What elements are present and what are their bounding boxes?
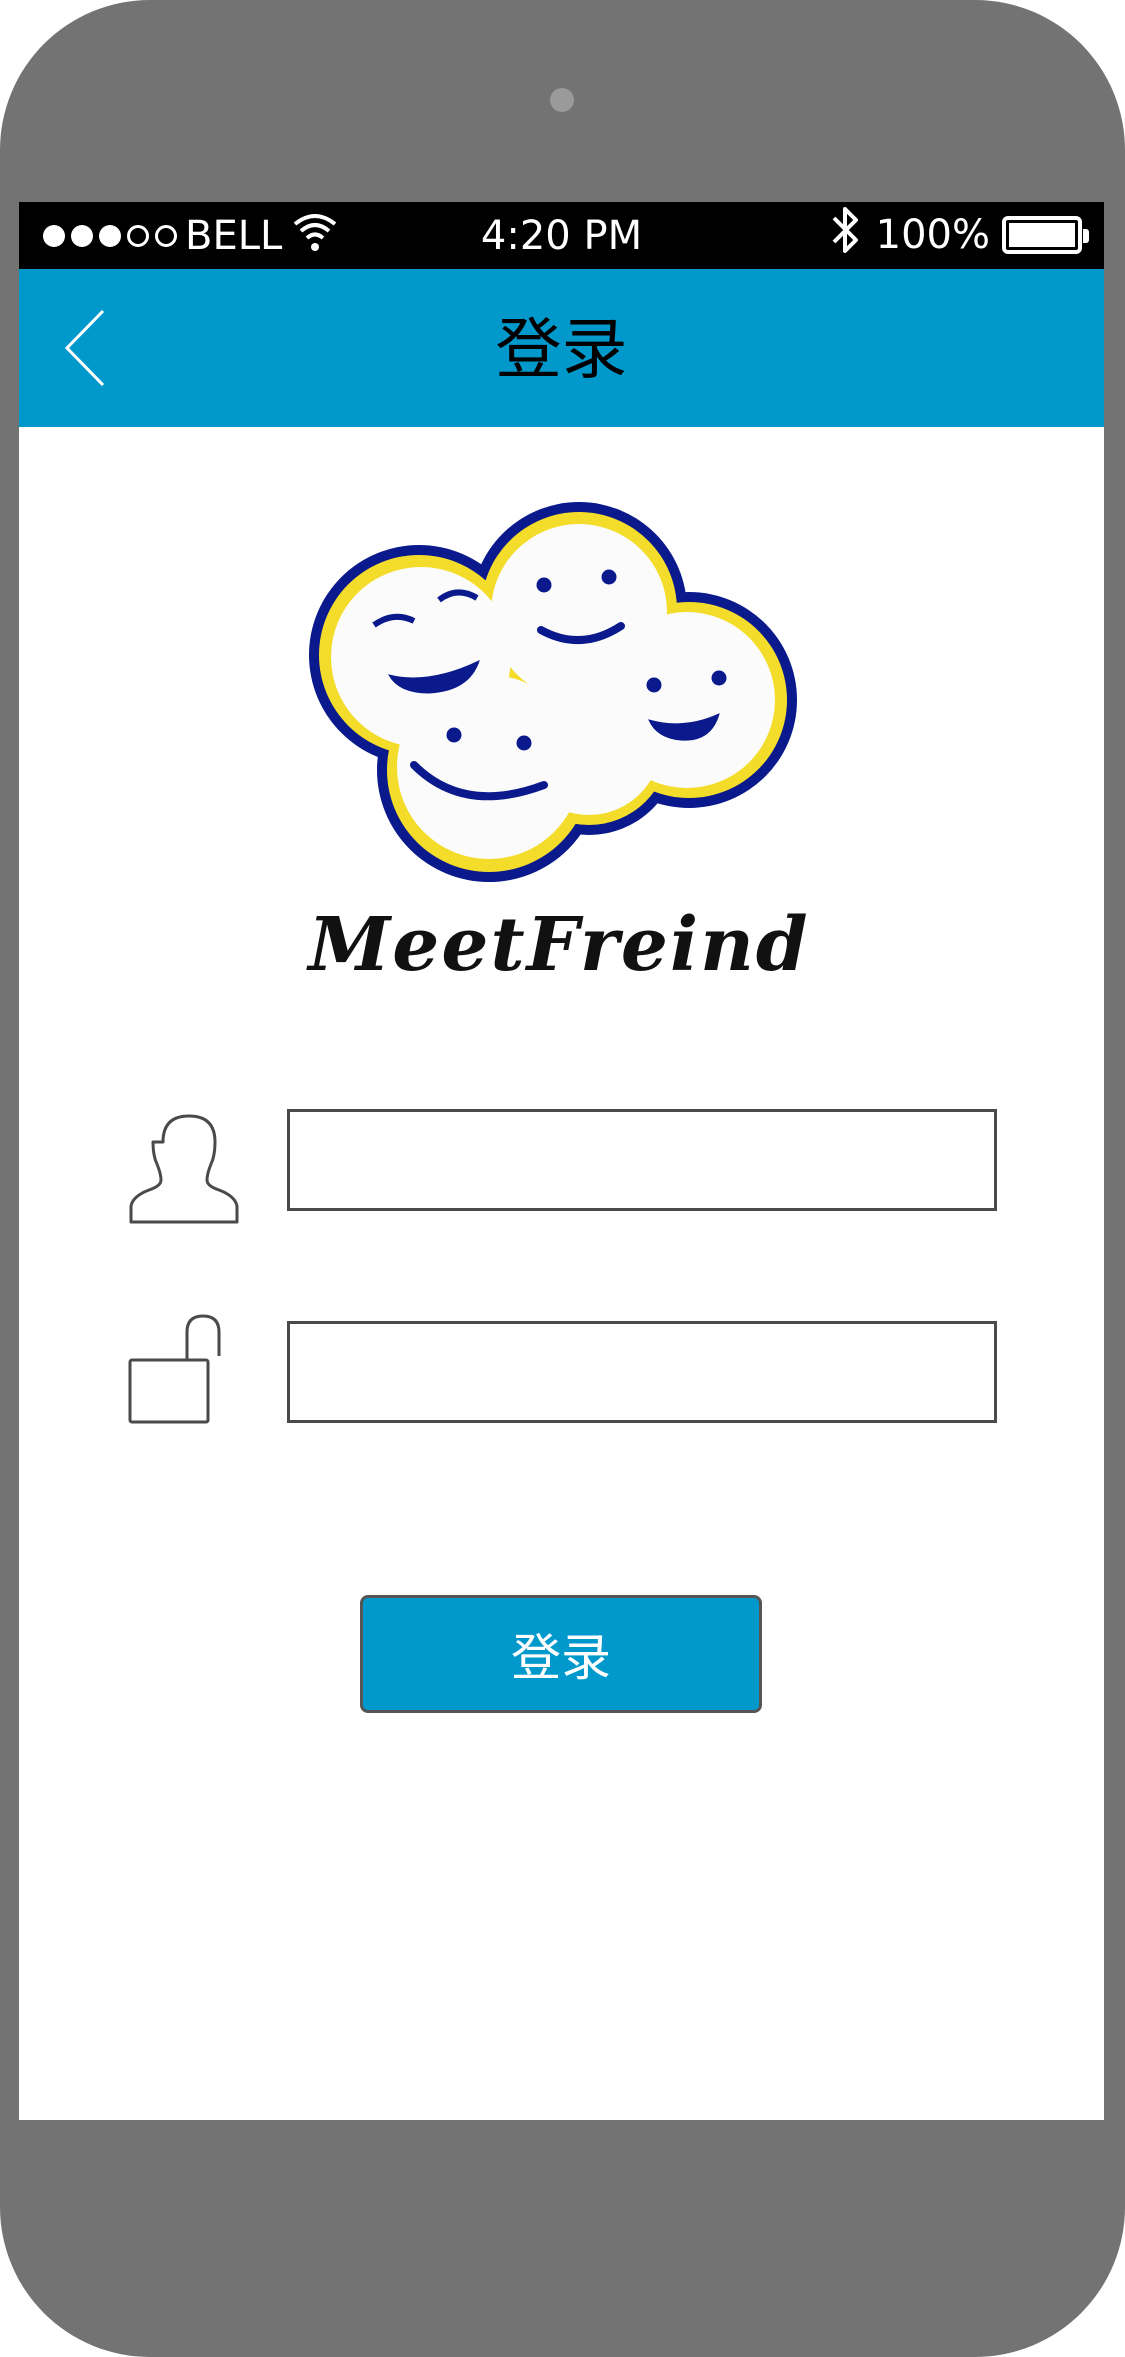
password-input[interactable] [287, 1321, 997, 1423]
app-name: MeetFreind [308, 902, 810, 988]
navigation-bar: 登录 [19, 269, 1104, 427]
status-bar: BELL 4:20 PM 100% [19, 202, 1104, 269]
battery-percent: 100% [875, 212, 990, 258]
unlock-icon [127, 1314, 239, 1430]
user-icon [123, 1112, 243, 1236]
camera-icon [550, 88, 574, 112]
username-input[interactable] [287, 1109, 997, 1211]
page-title: 登录 [495, 311, 628, 388]
battery-icon [1002, 216, 1089, 254]
app-logo [289, 485, 829, 885]
phone-frame: BELL 4:20 PM 100% 登录 MeetFreind 登录 [0, 0, 1125, 2357]
status-right-group: 100% [828, 207, 1089, 260]
screen: BELL 4:20 PM 100% 登录 MeetFreind 登录 [19, 202, 1104, 2120]
smiling-cloud-logo-icon [309, 502, 797, 882]
bluetooth-icon [828, 204, 864, 266]
login-button[interactable]: 登录 [360, 1595, 762, 1713]
